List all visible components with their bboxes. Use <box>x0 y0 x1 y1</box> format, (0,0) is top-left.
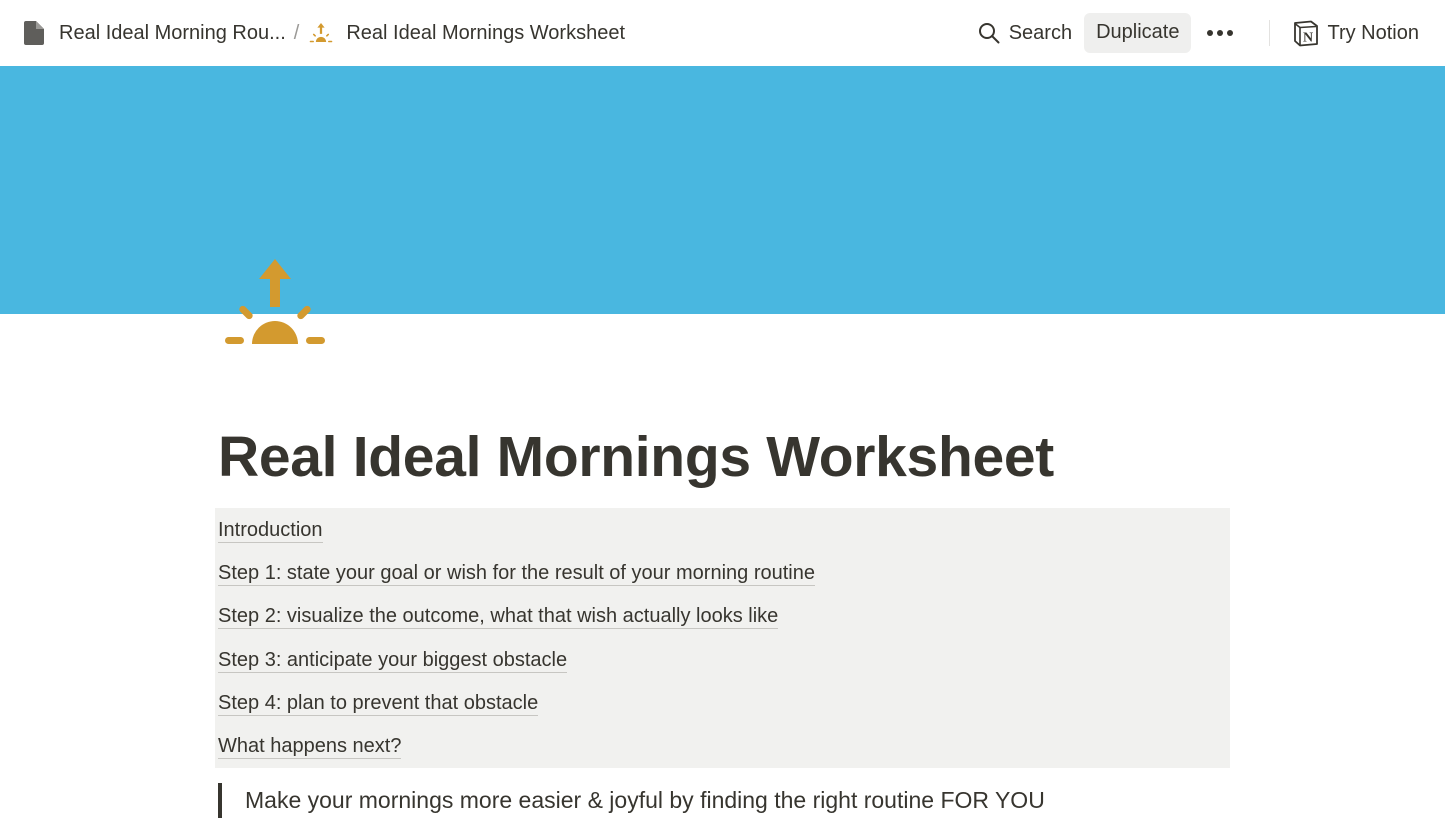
svg-text:N: N <box>1303 30 1313 45</box>
page-cover <box>0 66 1445 314</box>
top-bar: Real Ideal Morning Rou... / Real Ideal M… <box>0 0 1445 66</box>
toc-item[interactable]: Step 2: visualize the outcome, what that… <box>218 604 779 629</box>
duplicate-button[interactable]: Duplicate <box>1084 13 1192 53</box>
notion-logo-icon: N <box>1294 20 1319 46</box>
breadcrumb-current[interactable]: Real Ideal Mornings Worksheet <box>309 20 625 46</box>
toc-item[interactable]: Step 1: state your goal or wish for the … <box>218 561 815 586</box>
breadcrumb-current-label: Real Ideal Mornings Worksheet <box>346 21 626 44</box>
topbar-actions: Search Duplicate N Try Notion <box>968 0 1419 66</box>
breadcrumb-parent-label: Real Ideal Morning Rou... <box>59 21 286 44</box>
divider <box>1269 20 1271 46</box>
more-options-icon[interactable] <box>1201 24 1239 42</box>
quote-block: Make your mornings more easier & joyful … <box>218 783 1045 818</box>
sunrise-icon[interactable] <box>222 257 328 349</box>
try-notion-button[interactable]: N Try Notion <box>1292 20 1419 47</box>
sunrise-icon <box>309 20 333 46</box>
breadcrumb-parent[interactable]: Real Ideal Morning Rou... <box>22 20 286 46</box>
page-title: Real Ideal Mornings Worksheet <box>218 425 1054 489</box>
search-button[interactable]: Search <box>968 16 1082 51</box>
table-of-contents: Introduction Step 1: state your goal or … <box>215 508 1230 768</box>
toc-item[interactable]: Step 4: plan to prevent that obstacle <box>218 691 539 716</box>
toc-item[interactable]: What happens next? <box>218 734 402 759</box>
toc-item[interactable]: Step 3: anticipate your biggest obstacle <box>218 648 568 673</box>
document-icon <box>22 20 46 46</box>
breadcrumb-separator: / <box>293 21 300 44</box>
try-notion-label: Try Notion <box>1327 21 1419 44</box>
toc-item[interactable]: Introduction <box>218 518 323 543</box>
search-label: Search <box>1008 21 1073 44</box>
search-icon <box>978 23 1000 44</box>
breadcrumb: Real Ideal Morning Rou... / Real Ideal M… <box>22 0 625 66</box>
